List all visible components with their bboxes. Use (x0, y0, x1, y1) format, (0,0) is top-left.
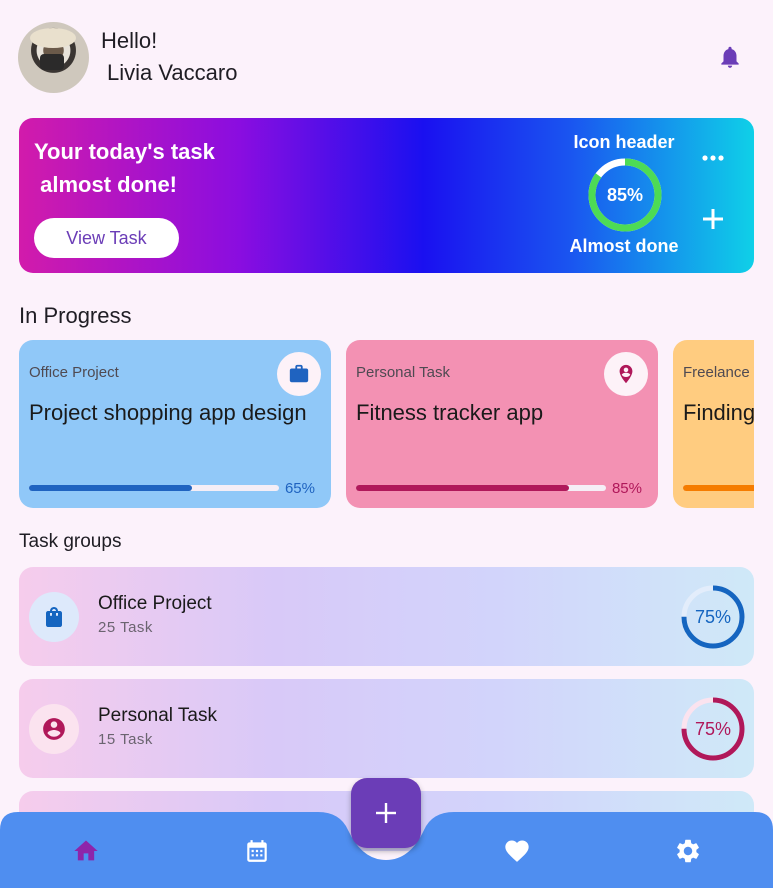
group-percent: 75% (694, 718, 732, 739)
card-progress-fill (29, 485, 192, 491)
task-group-item[interactable]: Personal Task 15 Task 75% (19, 679, 754, 778)
group-task-count: 15 Task (98, 731, 153, 748)
settings-icon[interactable] (673, 836, 703, 866)
account-circle-icon (29, 704, 79, 754)
group-name: Office Project (98, 593, 212, 614)
in-progress-carousel[interactable]: Office Project Project shopping app desi… (19, 340, 754, 510)
group-name: Personal Task (98, 705, 217, 726)
progress-ring-widget: Icon header 85% Almost done (569, 132, 678, 262)
card-title: Finding work (683, 400, 754, 425)
banner-title: Your today's task almost done! (34, 139, 215, 197)
card-progress-bar (29, 485, 279, 491)
person-pin-icon (604, 352, 648, 396)
progress-card[interactable]: Personal Task Fitness tracker app 85% (346, 340, 658, 508)
ring-percent: 85% (606, 184, 644, 205)
group-percent: 75% (694, 606, 732, 627)
card-category: Office Project (29, 364, 119, 381)
add-task-fab[interactable] (351, 778, 421, 848)
calendar-icon[interactable] (242, 836, 272, 866)
card-title: Fitness tracker app (356, 400, 544, 425)
task-groups-title: Task groups (19, 531, 122, 552)
view-task-button[interactable]: View Task (34, 218, 179, 258)
more-horiz-icon[interactable] (700, 148, 726, 168)
card-progress-fill (356, 485, 569, 491)
plus-icon[interactable] (700, 206, 726, 232)
home-icon[interactable] (71, 836, 101, 866)
heart-icon[interactable] (502, 836, 532, 866)
card-category: Freelance Work (683, 364, 754, 381)
card-progress-bar (683, 485, 754, 491)
avatar[interactable] (18, 22, 89, 93)
progress-card[interactable]: Freelance Work Finding work (673, 340, 754, 508)
card-percent: 85% (611, 480, 642, 497)
summary-banner: Your today's task almost done! View Task… (19, 118, 754, 273)
briefcase-icon (277, 352, 321, 396)
card-percent: 65% (284, 480, 315, 497)
card-title: Project shopping app design (29, 400, 307, 425)
card-category: Personal Task (356, 364, 450, 381)
ring-footer: Almost done (569, 236, 679, 256)
in-progress-title: In Progress (19, 303, 132, 328)
shopping-bag-icon (29, 592, 79, 642)
card-progress-fill (683, 485, 754, 491)
group-task-count: 25 Task (98, 619, 153, 636)
bell-icon[interactable] (717, 44, 743, 70)
plus-icon (376, 803, 396, 823)
card-progress-bar (356, 485, 606, 491)
header: Hello! Livia Vaccaro (18, 22, 755, 94)
task-group-item[interactable]: Office Project 25 Task 75% (19, 567, 754, 666)
ring-header: Icon header (573, 132, 675, 152)
username: Livia Vaccaro (107, 60, 238, 85)
progress-card[interactable]: Office Project Project shopping app desi… (19, 340, 331, 508)
greeting: Hello! (101, 28, 158, 53)
